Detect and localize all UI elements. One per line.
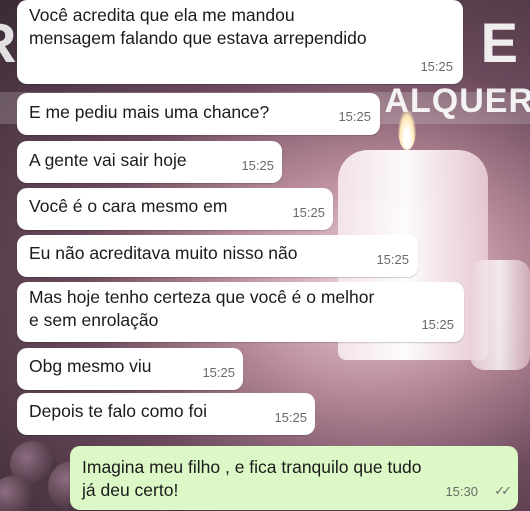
message-bubble[interactable]: Obg mesmo viu 15:25 xyxy=(17,348,243,390)
message-time: 15:25 xyxy=(292,205,325,220)
message-time: 15:25 xyxy=(376,252,409,267)
message-time: 15:25 xyxy=(421,317,454,332)
wallpaper-text-left: R xyxy=(0,10,18,75)
message-text-line: e sem enrolação xyxy=(29,310,159,330)
message-bubble[interactable]: Depois te falo como foi 15:25 xyxy=(17,393,315,435)
message-time: 15:30 xyxy=(445,484,478,499)
message-text: Obg mesmo viu xyxy=(29,356,152,376)
message-time: 15:25 xyxy=(274,410,307,425)
message-text-line: Mas hoje tenho certeza que você é o melh… xyxy=(29,287,375,307)
message-text: Você é o cara mesmo em xyxy=(29,196,228,216)
candle-small-image xyxy=(470,260,530,370)
message-time: 15:25 xyxy=(202,365,235,380)
message-bubble[interactable]: Você é o cara mesmo em 15:25 xyxy=(17,188,333,230)
message-text: A gente vai sair hoje xyxy=(29,150,187,170)
outgoing-message-bubble[interactable]: Imagina meu filho , e fica tranquilo que… xyxy=(70,446,518,510)
message-bubble[interactable]: E me pediu mais uma chance? 15:25 xyxy=(17,93,380,135)
message-time: 15:25 xyxy=(338,109,371,124)
message-bubble[interactable]: Eu não acreditava muito nisso não 15:25 xyxy=(17,235,418,277)
message-text: Eu não acreditava muito nisso não xyxy=(29,243,298,263)
message-text: E me pediu mais uma chance? xyxy=(29,102,270,122)
message-time: 15:25 xyxy=(420,59,453,74)
message-text: Depois te falo como foi xyxy=(29,401,208,421)
message-text-line: Você acredita que ela me mandou xyxy=(29,5,295,25)
message-text-line: Imagina meu filho , e fica tranquilo que… xyxy=(82,457,422,477)
wallpaper-text-right: E xyxy=(480,11,518,74)
candle-flame-image xyxy=(398,110,416,150)
message-bubble[interactable]: A gente vai sair hoje 15:25 xyxy=(17,141,282,183)
message-text-line: já deu certo! xyxy=(82,480,179,500)
message-text-line: mensagem falando que estava arrependido xyxy=(29,28,367,48)
message-bubble[interactable]: Você acredita que ela me mandou mensagem… xyxy=(17,0,463,84)
double-check-icon: ✓✓ xyxy=(494,483,512,498)
message-bubble[interactable]: Mas hoje tenho certeza que você é o melh… xyxy=(17,282,464,342)
message-time: 15:25 xyxy=(241,158,274,173)
